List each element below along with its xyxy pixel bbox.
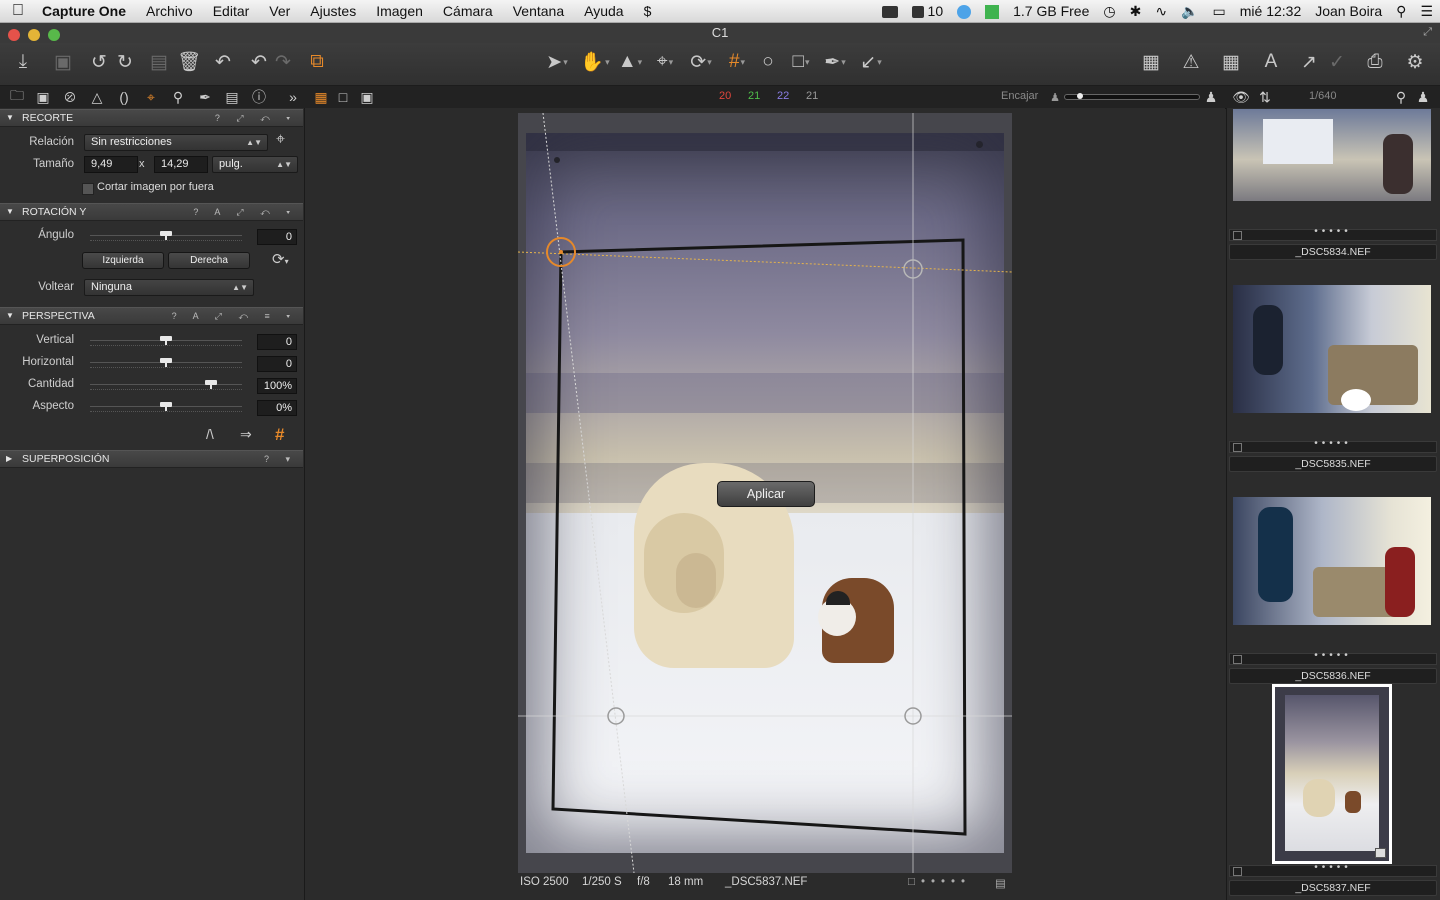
perspective-horizontal-label: Horizontal [22, 356, 74, 368]
thumbnail-caption: _DSC5836.NEF [1229, 668, 1437, 684]
slider-knob[interactable] [160, 336, 172, 345]
perspective-cantidad-value[interactable]: 100% [257, 378, 297, 394]
perspective-aspecto-label: Aspecto [32, 400, 74, 412]
perspective-vertical-value[interactable]: 0 [257, 334, 297, 350]
thumbnail-caption: _DSC5837.NEF [1229, 880, 1437, 896]
filename-info: _DSC5837.NEF [725, 876, 808, 888]
thumbnail-caption: _DSC5835.NEF [1229, 456, 1437, 472]
crop-frame[interactable] [551, 238, 967, 836]
perspective-vertical-slider[interactable] [90, 335, 242, 349]
image-info-bar: ISO 2500 1/250 S f/8 18 mm _DSC5837.NEF … [518, 873, 1012, 893]
perspective-horizontal-slider[interactable] [90, 357, 242, 371]
keystone-overlay [517, 112, 1013, 874]
thumbnail-rating-strip[interactable]: ••••• [1229, 862, 1437, 877]
perspective-cantidad-label: Cantidad [27, 378, 74, 390]
perspective-horizontal-value[interactable]: 0 [257, 356, 297, 372]
slider-knob[interactable] [205, 380, 217, 389]
focal-info: 18 mm [668, 876, 704, 888]
perspective-vertical-label: Vertical [36, 334, 74, 346]
iso-info: ISO 2500 [520, 876, 569, 888]
thumbnail-selected[interactable] [1272, 684, 1392, 864]
perspective-aspecto-slider[interactable] [90, 401, 242, 415]
thumbnail-image[interactable] [1233, 109, 1431, 201]
thumbnail-rating-strip[interactable]: ••••• [1229, 226, 1437, 241]
thumbnail-rating-strip[interactable]: ••••• [1229, 650, 1437, 665]
aperture-info: f/8 [637, 876, 650, 888]
horizontal-guide-top[interactable] [517, 251, 1013, 273]
apply-button[interactable]: Aplicar [717, 481, 815, 507]
slider-knob[interactable] [160, 402, 172, 411]
thumbnail-caption: _DSC5834.NEF [1229, 244, 1437, 260]
thumbnail-image[interactable] [1233, 285, 1431, 413]
slider-knob[interactable] [160, 358, 172, 367]
shutter-info: 1/250 S [582, 876, 622, 888]
thumbnail-rating-strip[interactable]: ••••• [1229, 438, 1437, 453]
perspective-aspecto-value[interactable]: 0% [257, 400, 297, 416]
thumbnail-image[interactable] [1233, 497, 1431, 625]
perspective-cantidad-slider[interactable] [90, 379, 242, 393]
color-tag-icon[interactable]: ▤ [995, 876, 1006, 890]
rating-dots[interactable]: □••••• [908, 876, 971, 888]
